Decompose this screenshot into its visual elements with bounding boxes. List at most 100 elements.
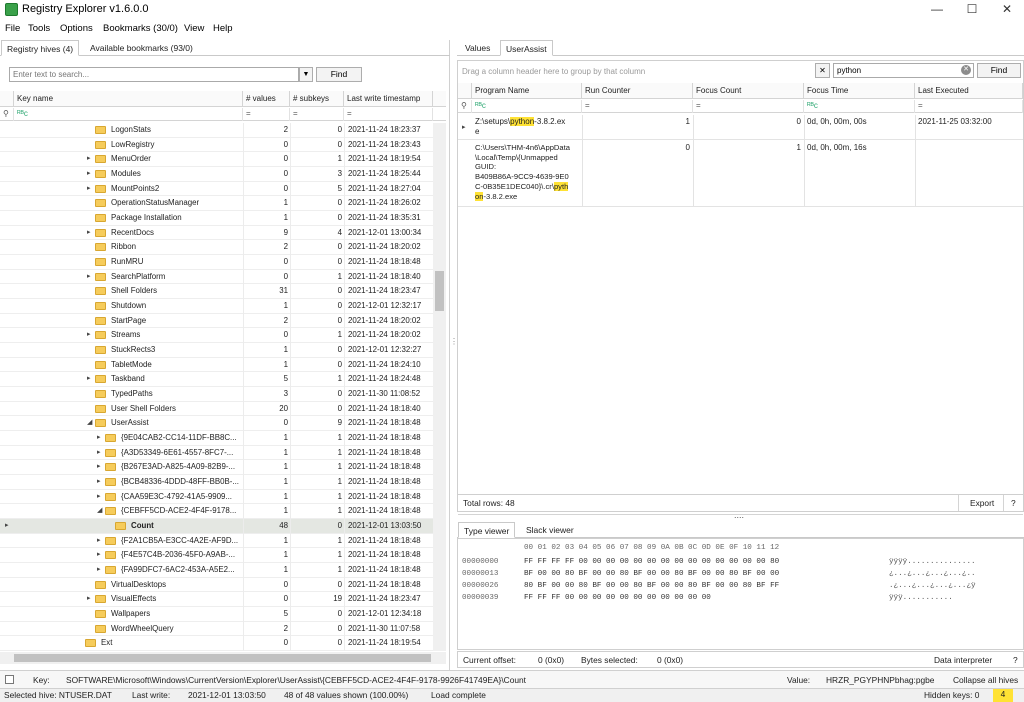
expand-chevron-icon[interactable]: ▸	[97, 490, 101, 504]
horizontal-splitter[interactable]: ....	[734, 510, 744, 520]
tree-row[interactable]: StartPage 2 0 2021-11-24 18:20:02	[0, 314, 433, 329]
col-run-counter[interactable]: Run Counter	[582, 83, 693, 99]
tree-row[interactable]: ▸ Taskband 5 1 2021-11-24 18:24:48	[0, 372, 433, 388]
tree-row[interactable]: ▸ {A3D53349-6E61-4557-8FC7-... 1 1 2021-11-2…	[0, 446, 433, 461]
filter-focus-time[interactable]: ᴿᴮc	[804, 100, 915, 113]
expand-chevron-icon[interactable]: ▸	[87, 167, 91, 181]
expand-chevron-icon[interactable]: ▸	[97, 431, 101, 445]
tree-row[interactable]: User Shell Folders 20 0 2021-11-24 18:18:40	[0, 402, 433, 417]
key-search-input[interactable]	[9, 67, 299, 82]
tree-row[interactable]: LowRegistry 0 0 2021-11-24 18:23:43	[0, 138, 433, 153]
filter-focus-count[interactable]: =	[693, 100, 804, 113]
key-path-checkbox[interactable]	[5, 675, 14, 684]
expand-chevron-icon[interactable]: ▸	[97, 563, 101, 577]
tree-row[interactable]: ▸ {CAA59E3C-4792-41A5-9909... 1 1 2021-11-24…	[0, 490, 433, 505]
expand-chevron-icon[interactable]: ▸	[87, 328, 91, 342]
expand-chevron-icon[interactable]: ▸	[97, 446, 101, 460]
tab-registry-hives[interactable]: Registry hives (4)	[1, 40, 80, 56]
menu-view[interactable]: View	[184, 23, 204, 34]
menu-tools[interactable]: Tools	[28, 23, 50, 34]
expand-chevron-icon[interactable]: ▸	[87, 592, 91, 606]
key-tree-vscroll-thumb[interactable]	[435, 271, 444, 311]
tree-row[interactable]: ▸ Modules 0 3 2021-11-24 18:25:44	[0, 167, 433, 182]
help-button[interactable]: ?	[1011, 498, 1016, 508]
tree-row[interactable]: Ext 0 0 2021-11-24 18:19:54	[0, 636, 433, 651]
menu-help[interactable]: Help	[213, 23, 233, 34]
export-button[interactable]: Export	[970, 498, 994, 508]
userassist-row[interactable]: ▸ Z:\setups\python-3.8.2.ex e 1 0 0d, 0h,…	[458, 115, 1023, 140]
key-tree-vscrollbar[interactable]	[433, 123, 446, 651]
expand-chevron-icon[interactable]: ▸	[87, 270, 91, 284]
col-last-write[interactable]: Last write timestamp	[344, 91, 433, 107]
col-focus-count[interactable]: Focus Count	[693, 83, 804, 99]
tab-available-bookmarks[interactable]: Available bookmarks (93/0)	[85, 40, 198, 56]
expand-chevron-icon[interactable]: ▸	[87, 152, 91, 166]
menu-bookmarks[interactable]: Bookmarks (30/0)	[103, 23, 178, 34]
search-dropdown-button[interactable]: ▼	[299, 67, 313, 82]
tree-row[interactable]: ▸ MountPoints2 0 5 2021-11-24 18:27:04	[0, 182, 433, 197]
tree-row[interactable]: TabletMode 1 0 2021-11-24 18:24:10	[0, 358, 433, 373]
tree-row[interactable]: ▸ VisualEffects 0 19 2021-11-24 18:23:47	[0, 592, 433, 608]
tree-row[interactable]: ▸ SearchPlatform 0 1 2021-11-24 18:18:40	[0, 270, 433, 285]
tree-row[interactable]: Ribbon 2 0 2021-11-24 18:20:02	[0, 240, 433, 256]
filter-last-executed[interactable]: =	[915, 100, 1023, 113]
key-tree-hscrollbar[interactable]	[0, 652, 446, 664]
tree-row[interactable]: ▸ RecentDocs 9 4 2021-12-01 13:00:34	[0, 226, 433, 241]
col-last-executed[interactable]: Last Executed	[915, 83, 1023, 99]
close-button[interactable]: ✕	[990, 0, 1024, 20]
tree-row[interactable]: ▸ {FA99DFC7-6AC2-453A-A5E2... 1 1 2021-11-24…	[0, 563, 433, 578]
filter-subkeys[interactable]: =	[290, 108, 344, 121]
tree-row[interactable]: ▸ {9E04CAB2-CC14-11DF-BB8C... 1 1 2021-11-24…	[0, 431, 433, 446]
filter-last-write[interactable]: =	[344, 108, 433, 121]
tree-row[interactable]: ▸ {BCB48336-4DDD-48FF-BB0B-... 1 1 2021-11-2…	[0, 475, 433, 490]
userassist-row[interactable]: C:\Users\THM-4n6\AppData \Local\Temp\{Un…	[458, 141, 1023, 207]
tab-values[interactable]: Values	[460, 40, 495, 56]
menu-file[interactable]: File	[5, 23, 20, 34]
expand-chevron-icon[interactable]: ▸	[97, 548, 101, 562]
tree-row[interactable]: WordWheelQuery 2 0 2021-11-30 11:07:58	[0, 622, 433, 637]
tree-row[interactable]: RunMRU 0 0 2021-11-24 18:18:48	[0, 255, 433, 270]
tree-row[interactable]: ▸ Streams 0 1 2021-11-24 18:20:02	[0, 328, 433, 344]
tree-row[interactable]: ▸ {B267E3AD-A825-4A09-82B9-... 1 1 2021-11-2…	[0, 460, 433, 476]
expand-chevron-icon[interactable]: ▸	[97, 534, 101, 548]
tree-row[interactable]: Package Installation 1 0 2021-11-24 18:35:3…	[0, 211, 433, 226]
tree-row[interactable]: Wallpapers 5 0 2021-12-01 12:34:18	[0, 607, 433, 622]
maximize-button[interactable]: ☐	[955, 0, 989, 20]
col-program-name[interactable]: Program Name	[472, 83, 582, 99]
clear-input-icon[interactable]: ✕	[961, 65, 971, 75]
expand-chevron-icon[interactable]: ▸	[97, 460, 101, 474]
tree-row[interactable]: Shutdown 1 0 2021-12-01 12:32:17	[0, 299, 433, 314]
filter-values[interactable]: =	[243, 108, 290, 121]
expand-chevron-icon[interactable]: ▸	[87, 182, 91, 196]
tree-row[interactable]: ◢ {CEBFF5CD-ACE2-4F4F-9178... 1 1 2021-11-24…	[0, 504, 433, 520]
col-key-name[interactable]: Key name	[14, 91, 243, 107]
tree-row[interactable]: ◢ UserAssist 0 9 2021-11-24 18:18:48	[0, 416, 433, 432]
expand-chevron-icon[interactable]: ▸	[87, 226, 91, 240]
col-values[interactable]: # values	[243, 91, 290, 107]
tree-row[interactable]: OperationStatusManager 1 0 2021-11-24 18:26…	[0, 196, 433, 211]
menu-options[interactable]: Options	[60, 23, 93, 34]
tree-row[interactable]: VirtualDesktops 0 0 2021-11-24 18:18:48	[0, 578, 433, 593]
filter-key-name[interactable]: ᴿᴮc	[14, 108, 243, 121]
col-focus-time[interactable]: Focus Time	[804, 83, 915, 99]
values-find-button[interactable]: Find	[977, 63, 1021, 78]
data-interpreter-button[interactable]: Data interpreter	[934, 655, 992, 665]
tree-row[interactable]: ▸ {F2A1CB5A-E3CC-4A2E-AF9D... 1 1 2021-11-24…	[0, 534, 433, 549]
expand-chevron-icon[interactable]: ▸	[87, 372, 91, 386]
tree-row[interactable]: LogonStats 2 0 2021-11-24 18:23:37	[0, 123, 433, 138]
expand-chevron-icon[interactable]: ▸	[97, 475, 101, 489]
key-find-button[interactable]: Find	[316, 67, 362, 82]
values-search-input[interactable]: python	[833, 63, 974, 78]
tree-row[interactable]: ▸ MenuOrder 0 1 2021-11-24 18:19:54	[0, 152, 433, 167]
tree-row[interactable]: StuckRects3 1 0 2021-12-01 12:32:27	[0, 343, 433, 358]
tab-slack-viewer[interactable]: Slack viewer	[521, 522, 579, 538]
tree-row[interactable]: TypedPaths 3 0 2021-11-30 11:08:52	[0, 387, 433, 402]
hex-help-button[interactable]: ?	[1013, 655, 1018, 665]
tree-row[interactable]: ▸ Count 48 0 2021-12-01 13:03:50	[0, 519, 433, 534]
key-tree-hscroll-thumb[interactable]	[14, 654, 431, 662]
tab-type-viewer[interactable]: Type viewer	[458, 522, 516, 538]
hex-viewer[interactable]: 00 01 02 03 04 05 06 07 08 09 0A 0B 0C 0…	[457, 538, 1024, 650]
filter-program-name[interactable]: ᴿᴮc	[472, 100, 582, 113]
tree-row[interactable]: Shell Folders 31 0 2021-11-24 18:23:47	[0, 284, 433, 300]
col-subkeys[interactable]: # subkeys	[290, 91, 344, 107]
